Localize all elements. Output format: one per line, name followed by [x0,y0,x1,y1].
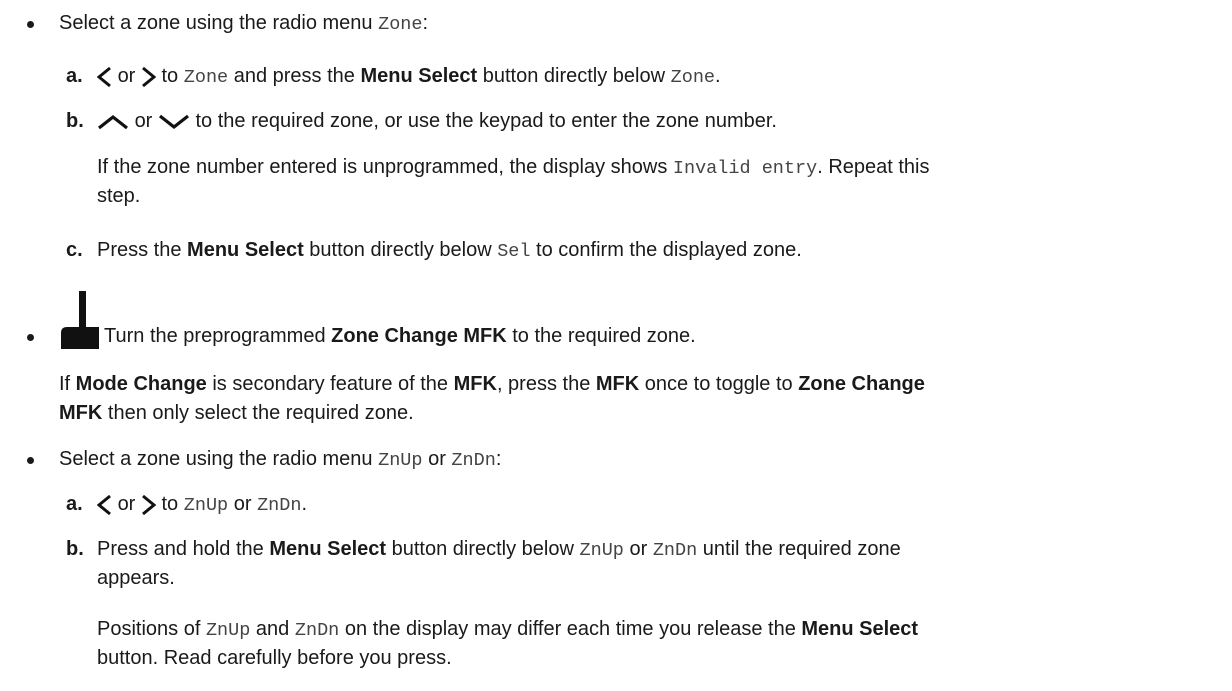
step-letter: b. [66,110,84,132]
chevron-down-icon [158,114,189,129]
knob-icon [61,291,99,349]
step-text: or to the required zone, or use the keyp… [97,107,777,136]
chevron-left-icon [97,494,111,515]
item-note: MFK then only select the required zone. [59,402,414,424]
chevron-left-icon [97,66,111,87]
list-item: Select a zone using the radio menu ZnUp … [59,448,502,471]
list-item: Turn the preprogrammed Zone Change MFK t… [104,325,696,347]
step-note: button. Read carefully before you press. [97,647,452,669]
step-note: Positions of ZnUp and ZnDn on the displa… [97,618,919,641]
chevron-right-icon [141,66,156,87]
step-text: appears. [97,567,175,589]
step-note: step. [97,185,141,207]
list-item: Select a zone using the radio menu Zone: [59,12,429,35]
step-text: or to ZnUp or ZnDn. [97,490,307,520]
bullet-dot [27,334,34,341]
chevron-right-icon [141,494,156,515]
step-letter: c. [66,239,83,261]
step-letter: a. [66,493,83,515]
step-letter: b. [66,538,84,560]
step-letter: a. [66,65,83,87]
step-text: Press and hold the Menu Select button di… [97,538,901,561]
step-text: Press the Menu Select button directly be… [97,239,802,262]
item-note: If Mode Change is secondary feature of t… [59,373,925,395]
chevron-up-icon [98,114,128,129]
bullet-dot [27,457,34,464]
step-text: or to Zone and press the Menu Select but… [97,62,721,92]
bullet-dot [27,21,34,28]
step-note: If the zone number entered is unprogramm… [97,156,930,179]
